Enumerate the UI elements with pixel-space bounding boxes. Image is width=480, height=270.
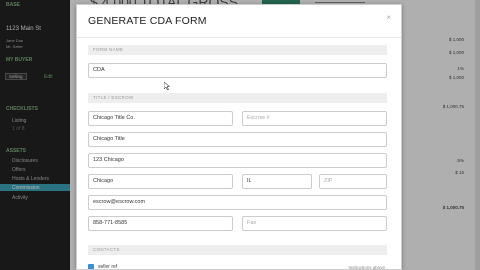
instructions-link[interactable]: Instructions above — [348, 265, 385, 269]
cda-modal: GENERATE CDA FORM × FORM NAME CDA TITLE … — [76, 4, 402, 270]
phone-input[interactable]: 858-771-8585 — [88, 216, 233, 231]
seller-ref-checkbox[interactable] — [88, 264, 94, 269]
fax-input[interactable]: Fax — [242, 216, 387, 231]
section-contacts: CONTACTS — [88, 245, 387, 255]
title-name-input[interactable]: Chicago Title — [88, 132, 387, 147]
close-icon[interactable]: × — [386, 14, 391, 22]
title-company-input[interactable]: Chicago Title Co. — [88, 111, 233, 126]
modal-header-divider — [77, 37, 401, 38]
mouse-cursor-icon — [164, 82, 170, 90]
zip-input[interactable]: ZIP — [319, 174, 387, 189]
form-name-input[interactable]: CDA — [88, 63, 387, 78]
city-input[interactable]: Chicago — [88, 174, 233, 189]
state-input[interactable]: IL — [242, 174, 312, 189]
section-title-escrow: TITLE / ESCROW — [88, 93, 387, 103]
address-input[interactable]: 123 Chicago — [88, 153, 387, 168]
escrow-number-input[interactable]: Escrow # — [242, 111, 387, 126]
email-input[interactable]: escrow@escrow.com — [88, 195, 387, 210]
modal-title: GENERATE CDA FORM — [88, 15, 207, 27]
section-form-name: FORM NAME — [88, 45, 387, 55]
seller-ref-label: seller ref — [98, 264, 118, 270]
